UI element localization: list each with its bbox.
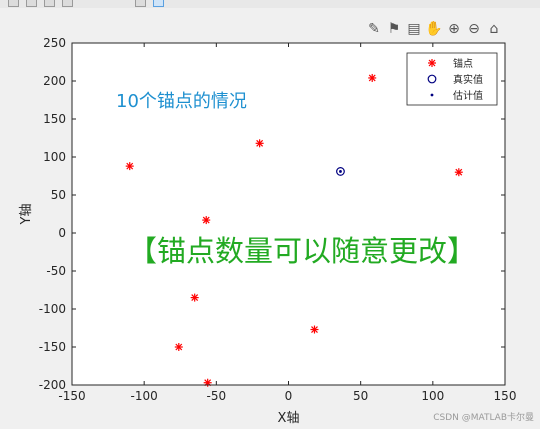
- scatter-chart: -150 -100 -50 0 50 100 150-200-150-100-5005010…: [19, 36, 534, 426]
- legend-label: 锚点: [453, 58, 473, 70]
- y-tick-label: -50: [46, 264, 66, 278]
- legend-marker: [430, 93, 434, 97]
- y-tick-label: 0: [58, 226, 66, 240]
- legend-marker: [428, 59, 436, 67]
- y-tick-label: -200: [39, 378, 66, 392]
- y-tick-label: 250: [43, 36, 66, 50]
- y-axis-label: Y轴: [19, 204, 34, 226]
- y-tick-label: -150: [39, 340, 66, 354]
- y-tick-label: 100: [43, 150, 66, 164]
- y-tick-label: 200: [43, 74, 66, 88]
- y-tick-label: 50: [51, 188, 66, 202]
- legend-label: 真实值: [453, 73, 483, 86]
- y-tick-label: -100: [39, 302, 66, 316]
- x-tick-label: 100: [421, 389, 444, 403]
- annotation-changeable: 【锚点数量可以随意更改】: [128, 234, 476, 268]
- x-tick-label: -100: [131, 389, 158, 403]
- data-point-series-0: [368, 73, 377, 82]
- data-point-series-2: [339, 170, 342, 173]
- data-point-series-0: [454, 168, 463, 177]
- data-point-series-0: [203, 378, 212, 387]
- data-point-series-0: [190, 293, 199, 302]
- data-point-series-0: [174, 343, 183, 351]
- x-tick-label: -50: [207, 389, 227, 403]
- data-point-series-0: [310, 325, 319, 334]
- x-tick-label: 50: [353, 389, 368, 403]
- x-axis-label: X轴: [278, 411, 300, 426]
- data-point-series-0: [202, 216, 211, 225]
- annotation-anchor-count: 10个锚点的情况: [116, 91, 247, 112]
- x-tick-label: 150: [494, 389, 517, 403]
- y-tick-label: 150: [43, 112, 66, 126]
- legend-label: 估计值: [453, 89, 483, 102]
- data-point-series-0: [255, 139, 264, 148]
- legend[interactable]: 锚点真实值估计值: [406, 52, 498, 106]
- x-tick-label: 0: [285, 389, 293, 403]
- legend-box: [406, 52, 498, 106]
- data-point-series-0: [125, 162, 134, 171]
- watermark: CSDN @MATLAB卡尔曼: [433, 411, 534, 423]
